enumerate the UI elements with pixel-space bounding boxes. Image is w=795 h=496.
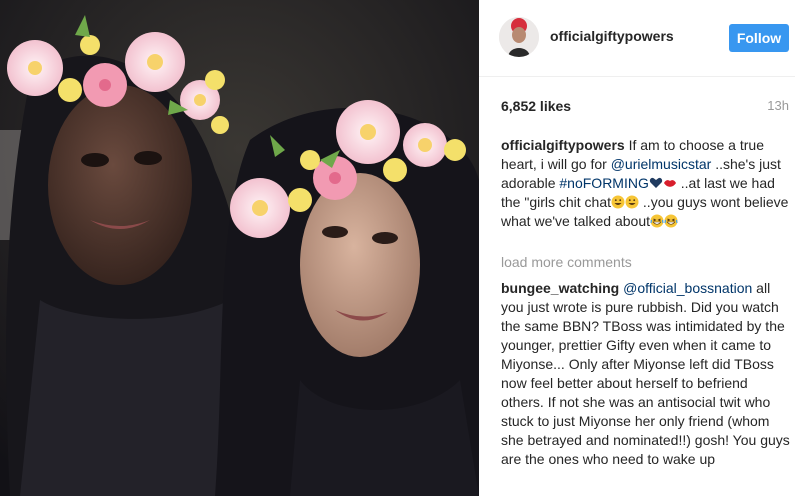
caption: officialgiftypowers If am to choose a tr… [501, 136, 791, 231]
load-more-comments-link[interactable]: load more comments [501, 254, 632, 270]
header-username[interactable]: officialgiftypowers [550, 28, 674, 44]
comment: bungee_watching @official_bossnation all… [501, 279, 791, 469]
avatar[interactable] [499, 17, 539, 57]
post-time[interactable]: 13h [767, 98, 789, 113]
grin-emoji-icon [625, 195, 639, 209]
heart-emoji-icon [649, 176, 663, 190]
post-header: officialgiftypowers Follow [479, 0, 795, 77]
caption-username[interactable]: officialgiftypowers [501, 137, 625, 153]
likes-count[interactable]: 6,852 likes [501, 98, 571, 114]
follow-button[interactable]: Follow [729, 24, 789, 52]
grin-emoji-icon [611, 195, 625, 209]
comment-text: all you just wrote is pure rubbish. Did … [501, 280, 790, 467]
comment-mention[interactable]: @official_bossnation [623, 280, 752, 296]
laugh-emoji-icon [664, 214, 678, 228]
comment-username[interactable]: bungee_watching [501, 280, 619, 296]
laugh-emoji-icon [650, 214, 664, 228]
post-side-panel: officialgiftypowers Follow 6,852 likes 1… [479, 0, 795, 496]
lips-emoji-icon [663, 176, 677, 190]
caption-mention[interactable]: @urielmusicstar [611, 156, 712, 172]
caption-hashtag[interactable]: #noFORMING [559, 175, 648, 191]
post-photo[interactable] [0, 0, 479, 496]
